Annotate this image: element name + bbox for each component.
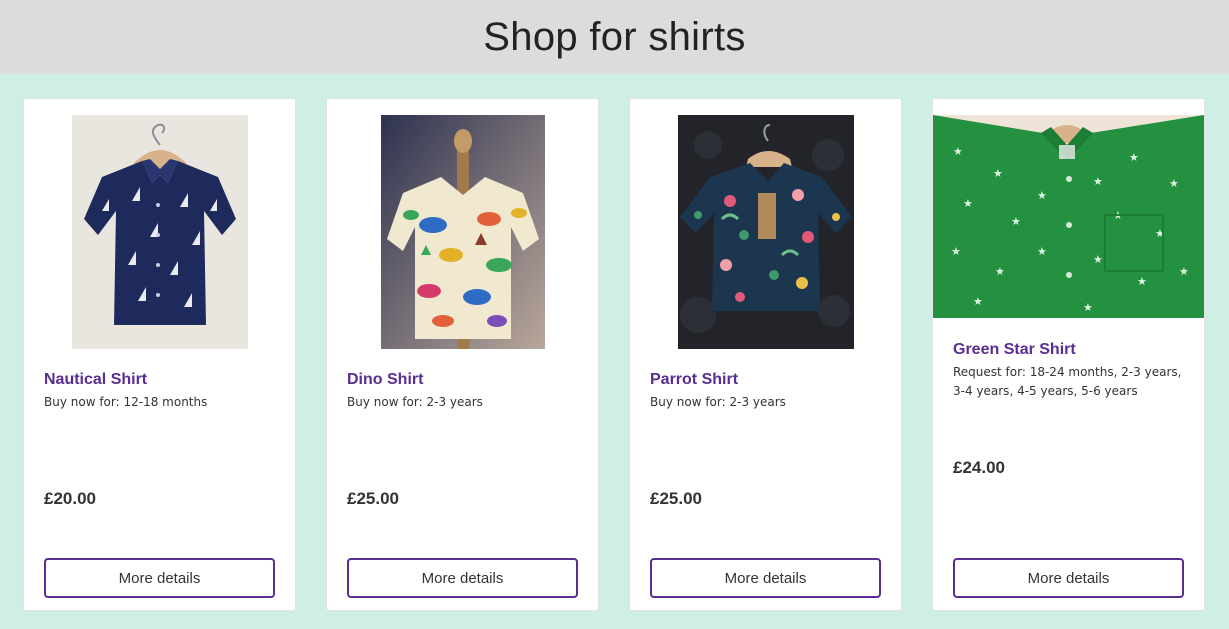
product-title[interactable]: Nautical Shirt [44, 371, 147, 389]
svg-text:★: ★ [953, 145, 963, 158]
product-availability: Buy now for: 2-3 years [650, 395, 786, 409]
svg-text:★: ★ [993, 167, 1003, 180]
svg-text:★: ★ [995, 265, 1005, 278]
product-availability: Request for: 18-24 months, 2-3 years, 3-… [953, 365, 1182, 398]
page-header: Shop for shirts [0, 0, 1229, 74]
svg-text:★: ★ [1137, 275, 1147, 288]
product-image-dino-shirt[interactable] [381, 115, 545, 349]
svg-text:★: ★ [1037, 245, 1047, 258]
product-title[interactable]: Dino Shirt [347, 371, 423, 389]
product-card: Dino Shirt Buy now for: 2-3 years £25.00… [326, 98, 599, 611]
product-card: ★ ★ ★ ★ ★ ★ ★ ★ ★ ★ ★ ★ ★ ★ ★ ★ ★ ★ Gree… [932, 98, 1205, 611]
svg-text:★: ★ [1083, 301, 1093, 314]
product-title[interactable]: Green Star Shirt [953, 341, 1076, 359]
product-price: £25.00 [650, 489, 702, 508]
product-price: £20.00 [44, 489, 96, 508]
svg-text:★: ★ [963, 197, 973, 210]
product-availability: Buy now for: 2-3 years [347, 395, 483, 409]
svg-text:★: ★ [1037, 189, 1047, 202]
product-price: £25.00 [347, 489, 399, 508]
svg-text:★: ★ [973, 295, 983, 308]
product-card: Nautical Shirt Buy now for: 12-18 months… [23, 98, 296, 611]
svg-text:★: ★ [1093, 175, 1103, 188]
svg-text:★: ★ [1169, 177, 1179, 190]
more-details-button[interactable]: More details [347, 558, 578, 598]
product-availability: Buy now for: 12-18 months [44, 395, 208, 409]
svg-text:★: ★ [1011, 215, 1021, 228]
svg-text:★: ★ [951, 245, 961, 258]
svg-text:★: ★ [1093, 253, 1103, 266]
svg-text:★: ★ [1179, 265, 1189, 278]
more-details-button[interactable]: More details [44, 558, 275, 598]
more-details-button[interactable]: More details [953, 558, 1184, 598]
product-price: £24.00 [953, 458, 1005, 477]
product-image-nautical-shirt[interactable] [72, 115, 248, 349]
more-details-button[interactable]: More details [650, 558, 881, 598]
page-title: Shop for shirts [483, 14, 746, 59]
svg-text:★: ★ [1129, 151, 1139, 164]
product-title[interactable]: Parrot Shirt [650, 371, 738, 389]
product-image-parrot-shirt[interactable] [678, 115, 854, 349]
product-card: Parrot Shirt Buy now for: 2-3 years £25.… [629, 98, 902, 611]
product-image-green-star-shirt[interactable]: ★ ★ ★ ★ ★ ★ ★ ★ ★ ★ ★ ★ ★ ★ ★ ★ ★ ★ [933, 115, 1204, 318]
